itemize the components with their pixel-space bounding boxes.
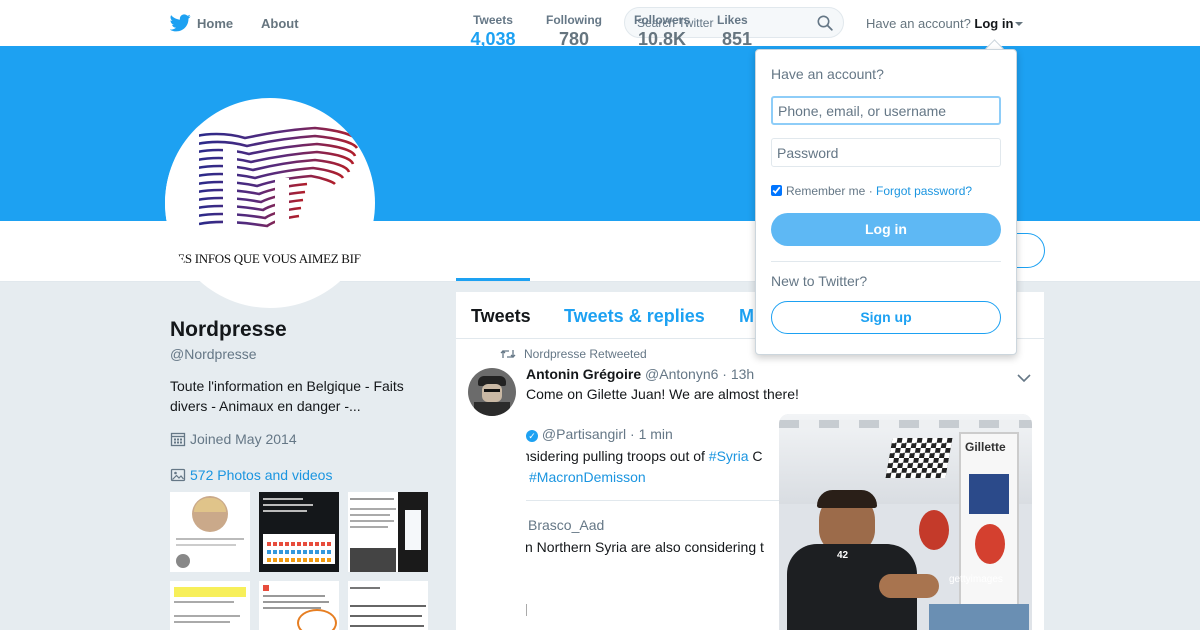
- remember-me-checkbox[interactable]: [771, 185, 782, 196]
- forgot-password-link[interactable]: Forgot password?: [876, 184, 972, 198]
- stat-label: Followers: [633, 13, 690, 27]
- profile-bio: Toute l'information en Belgique - Faits …: [170, 378, 404, 414]
- stat-value: 851: [722, 29, 753, 49]
- login-prompt: Have an account? Log in: [866, 16, 1024, 31]
- quote-text: C: [748, 448, 763, 464]
- tweet-author-handle[interactable]: @Antonyn6: [645, 366, 718, 382]
- caret-down-icon[interactable]: [1015, 22, 1024, 26]
- quote-header: ✓ @Partisangirl · 1 min: [526, 426, 673, 442]
- login-button[interactable]: Log in: [771, 213, 1001, 246]
- dropdown-title: Have an account?: [771, 66, 884, 82]
- stat-label: Likes: [717, 13, 748, 27]
- quote-handle: @Partisangirl: [541, 426, 627, 442]
- new-to-twitter-text: New to Twitter?: [771, 273, 868, 289]
- stat-label: Following: [546, 13, 602, 27]
- joined-text: Joined May 2014: [190, 431, 297, 447]
- tab-tweets-replies[interactable]: Tweets & replies: [564, 306, 705, 327]
- tab-tweets[interactable]: Tweets: [471, 306, 531, 327]
- photo-sign: Gillette: [965, 440, 1006, 454]
- quote-text: nsidering pulling troops out of: [526, 448, 709, 464]
- retweet-context-text[interactable]: Nordpresse Retweeted: [524, 347, 647, 361]
- tweet-photo[interactable]: Gillette 42 gettyimages: [779, 414, 1032, 630]
- quote-time: · 1 min: [630, 426, 673, 442]
- stat-tweets[interactable]: Tweets 4,038: [465, 13, 521, 50]
- stat-label: Tweets: [473, 13, 513, 27]
- retweet-context: Nordpresse Retweeted: [500, 347, 647, 363]
- search-icon[interactable]: [817, 15, 833, 36]
- quote-text: n Northern Syria are also considering t: [526, 539, 764, 555]
- tweet-text: Come on Gilette Juan! We are almost ther…: [526, 386, 799, 402]
- hashtag-link: #MacronDemisson: [529, 469, 646, 485]
- joined-date: Joined May 2014: [170, 431, 297, 450]
- retweet-icon: [500, 348, 516, 363]
- quote-edge: [526, 604, 527, 616]
- profile-name[interactable]: Nordpresse: [170, 318, 287, 342]
- media-thumbnail[interactable]: [348, 492, 428, 572]
- hashtag-link: #Syria: [708, 448, 749, 464]
- login-dropdown: Have an account? Remember me · Forgot pa…: [755, 49, 1017, 355]
- photos-videos-label[interactable]: 572 Photos and videos: [190, 467, 332, 483]
- calendar-icon: [170, 431, 186, 450]
- twitter-bird-icon[interactable]: [169, 14, 191, 37]
- profile-handle[interactable]: @Nordpresse: [170, 346, 257, 362]
- tweet-author-name[interactable]: Antonin Grégoire: [526, 366, 641, 382]
- getty-watermark: gettyimages: [949, 574, 1003, 585]
- stat-followers[interactable]: Followers 10.8K: [630, 13, 694, 50]
- stat-value: 780: [558, 29, 590, 49]
- have-account-text: Have an account?: [866, 16, 971, 31]
- remember-me-label[interactable]: Remember me: [786, 184, 865, 198]
- remember-row: Remember me · Forgot password?: [771, 184, 972, 198]
- stat-likes[interactable]: Likes 851: [717, 13, 757, 50]
- signup-button[interactable]: Sign up: [771, 301, 1001, 334]
- media-thumbnail[interactable]: [348, 581, 428, 630]
- nordpresse-logo: [165, 98, 359, 308]
- tab-media[interactable]: M: [739, 306, 754, 327]
- quote-line-1: nsidering pulling troops out of #Syria C: [526, 448, 762, 464]
- nav-about-link[interactable]: About: [261, 16, 299, 31]
- login-link-label[interactable]: Log in: [974, 16, 1013, 31]
- separator: ·: [868, 184, 873, 198]
- stat-following[interactable]: Following 780: [543, 13, 605, 50]
- logo-tagline: LES INFOS QUE VOUS AIMEZ BIEN: [169, 251, 371, 266]
- media-thumbnail[interactable]: [259, 492, 339, 572]
- nav-home-link[interactable]: Home: [197, 16, 233, 31]
- quote-handle: Brasco_Aad: [528, 517, 605, 533]
- tweet-timestamp[interactable]: · 13h: [722, 366, 754, 382]
- tweet-author-avatar[interactable]: [468, 368, 516, 416]
- media-thumbnail[interactable]: [170, 581, 250, 630]
- chevron-down-icon[interactable]: [1017, 370, 1031, 388]
- username-field[interactable]: [771, 96, 1001, 125]
- quote-divider: [526, 500, 786, 501]
- dropdown-divider: [771, 261, 1001, 262]
- login-toggle[interactable]: Log in: [974, 16, 1024, 31]
- stat-value: 4,038: [470, 29, 516, 49]
- active-stat-underline: [456, 278, 530, 281]
- media-thumbnail[interactable]: [170, 492, 250, 572]
- image-icon: [170, 467, 186, 486]
- photos-videos-link[interactable]: 572 Photos and videos: [170, 467, 332, 486]
- verified-badge-icon: ✓: [526, 430, 538, 442]
- password-field[interactable]: [771, 138, 1001, 167]
- media-thumbnail[interactable]: [259, 581, 339, 630]
- photo-logo: 42: [837, 550, 849, 561]
- profile-avatar[interactable]: LES INFOS QUE VOUS AIMEZ BIEN: [165, 98, 375, 308]
- stat-value: 10.8K: [637, 29, 687, 49]
- tweet-author[interactable]: Antonin Grégoire @Antonyn6 · 13h: [526, 366, 754, 382]
